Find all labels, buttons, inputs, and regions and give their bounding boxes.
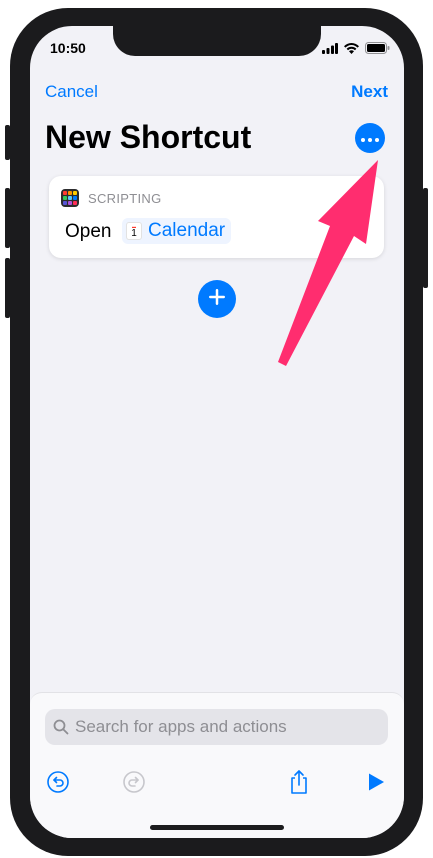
annotation-arrow — [278, 160, 378, 366]
